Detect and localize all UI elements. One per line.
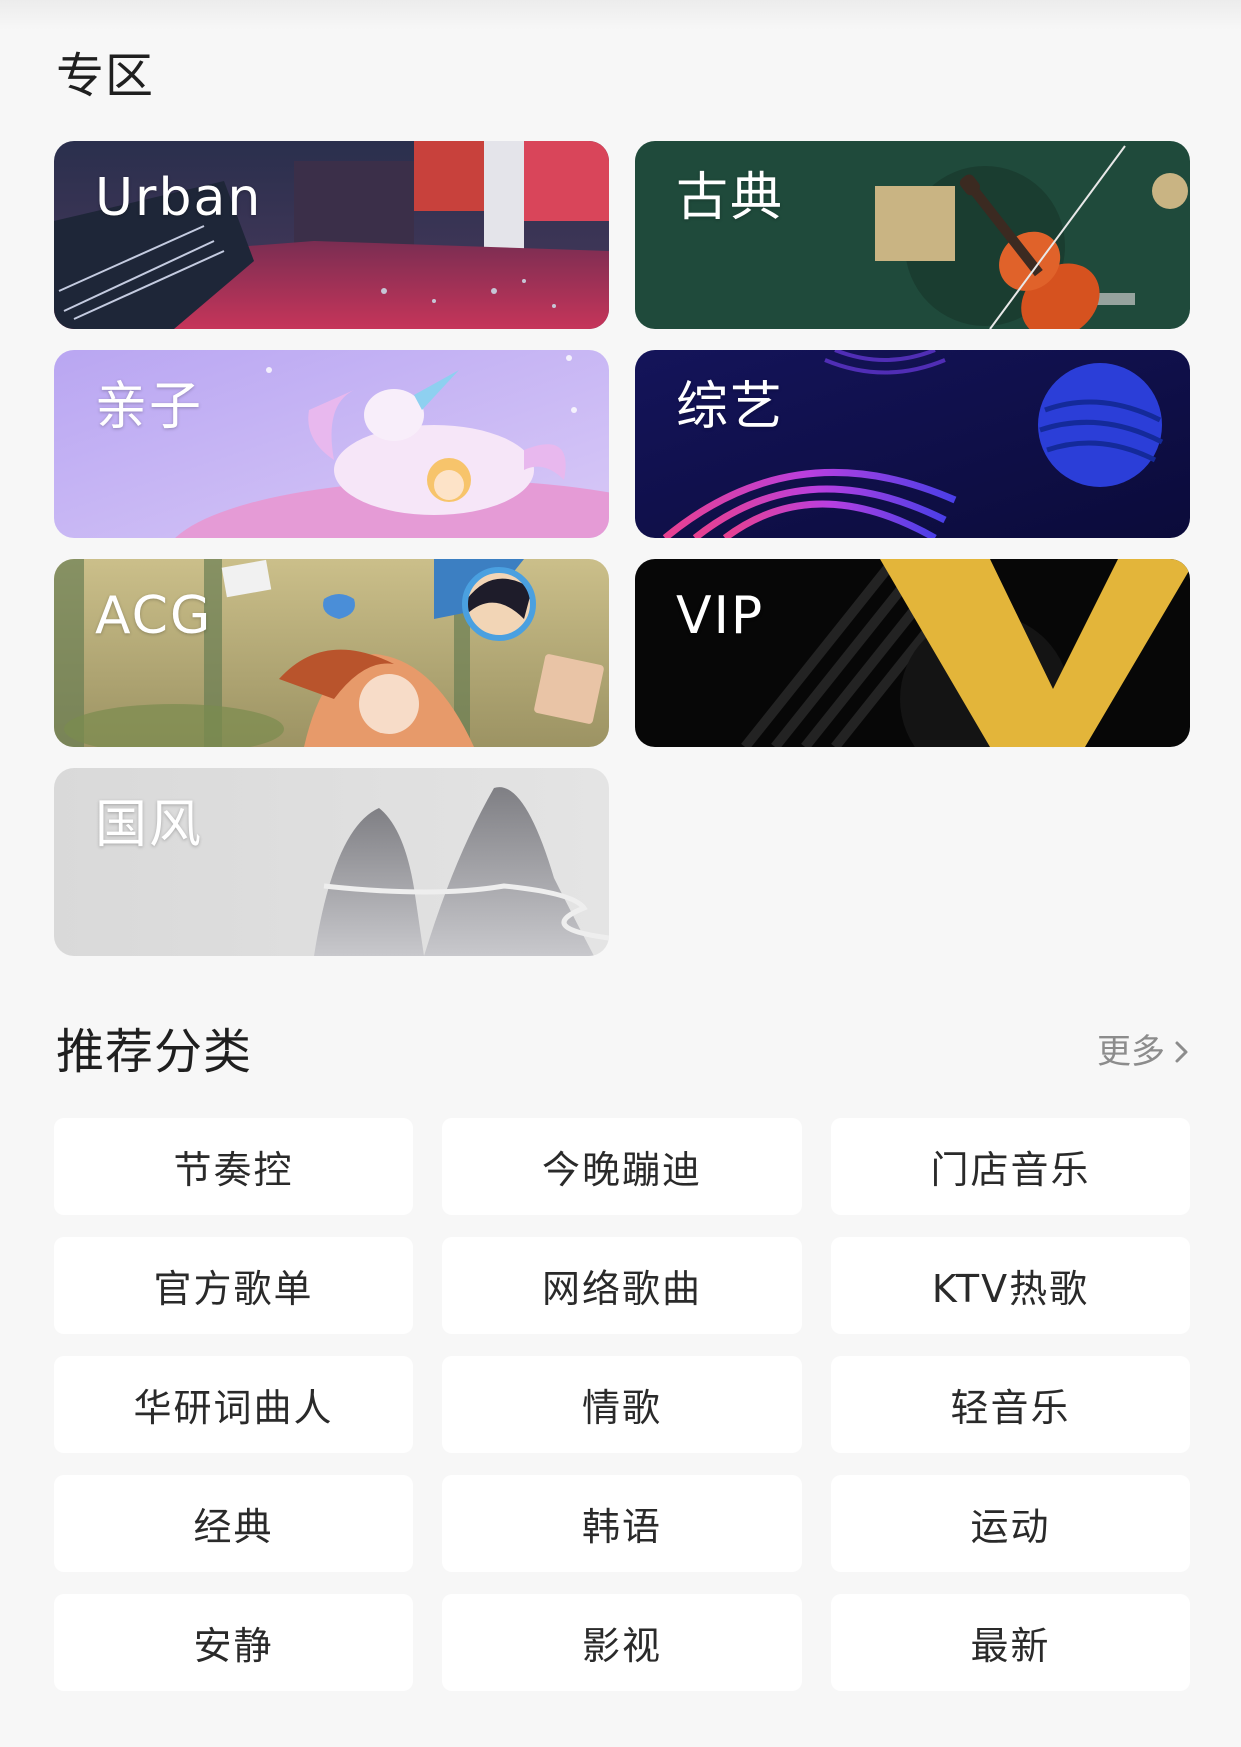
category-button[interactable]: 官方歌单 (54, 1237, 413, 1334)
zone-card-label: 国风 (95, 795, 204, 855)
chevron-right-icon (1175, 1041, 1188, 1063)
zone-card-label: Urban (95, 168, 263, 228)
category-button[interactable]: 安静 (54, 1594, 413, 1691)
zone-card-label: ACG (95, 586, 213, 646)
more-label: 更多 (1097, 1032, 1165, 1072)
recommend-section-title: 推荐分类 (56, 1024, 253, 1080)
zone-grid: Urban 古典 亲子 综艺 ACG VIP 国风 (54, 141, 1190, 956)
zone-card-urban[interactable]: Urban (54, 141, 609, 329)
zone-card-label: VIP (676, 586, 765, 646)
category-button[interactable]: 影视 (442, 1594, 802, 1691)
zone-card-label: 古典 (676, 168, 785, 228)
category-button[interactable]: 最新 (831, 1594, 1190, 1691)
more-categories-link[interactable]: 更多 (1097, 1032, 1193, 1072)
zone-card-acg[interactable]: ACG (54, 559, 609, 747)
status-bar-fade (0, 0, 1241, 30)
category-grid: 节奏控 今晚蹦迪 门店音乐官方歌单 网络歌曲 KTV热歌华研词曲人 情歌 轻音乐经典 韩语 运动… (54, 1118, 1190, 1691)
zone-card-classical[interactable]: 古典 (635, 141, 1190, 329)
category-button[interactable]: 华研词曲人 (54, 1356, 413, 1453)
category-button[interactable]: 情歌 (442, 1356, 802, 1453)
category-button[interactable]: 经典 (54, 1475, 413, 1572)
category-button[interactable]: 节奏控 (54, 1118, 413, 1215)
zone-card-variety[interactable]: 综艺 (635, 350, 1190, 538)
category-button[interactable]: 今晚蹦迪 (442, 1118, 802, 1215)
zone-card-vip[interactable]: VIP (635, 559, 1190, 747)
category-button[interactable]: 韩语 (442, 1475, 802, 1572)
category-button[interactable]: 轻音乐 (831, 1356, 1190, 1453)
zone-card-parent-child[interactable]: 亲子 (54, 350, 609, 538)
category-button[interactable]: KTV热歌 (831, 1237, 1190, 1334)
zone-card-label: 亲子 (95, 377, 204, 437)
zone-card-chinese-style[interactable]: 国风 (54, 768, 609, 956)
category-button[interactable]: 运动 (831, 1475, 1190, 1572)
category-button[interactable]: 门店音乐 (831, 1118, 1190, 1215)
zone-card-label: 综艺 (676, 377, 785, 437)
category-button[interactable]: 网络歌曲 (442, 1237, 802, 1334)
zone-section-title: 专区 (56, 48, 155, 104)
